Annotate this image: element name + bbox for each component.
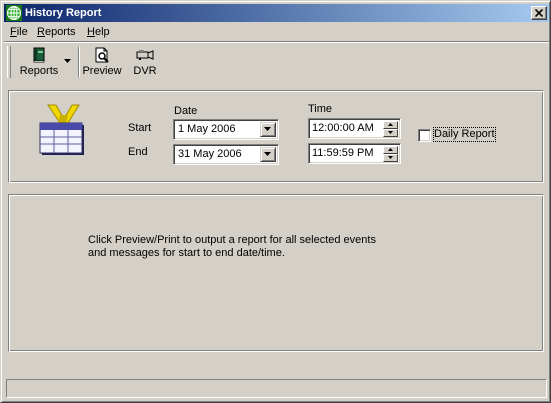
reports-toolbar-button[interactable]: Reports <box>14 45 64 79</box>
title-bar[interactable]: History Report <box>4 4 549 22</box>
end-date-value: 31 May 2006 <box>178 148 242 160</box>
toolbar-grip[interactable] <box>7 46 11 78</box>
dvr-toolbar-label: DVR <box>133 65 157 77</box>
message-panel: Click Preview/Print to output a report f… <box>8 194 544 352</box>
chevron-down-icon <box>264 127 271 131</box>
end-time-down-button[interactable] <box>383 154 398 162</box>
reports-toolbar-label: Reports <box>19 65 59 77</box>
menu-help[interactable]: Help <box>87 25 110 39</box>
history-report-window: History Report File Reports Help Reports <box>0 0 551 403</box>
dvr-camera-icon <box>136 50 154 60</box>
toolbar-separator <box>78 47 80 77</box>
toolbar: Reports Preview DVR <box>4 43 549 81</box>
end-label: End <box>128 146 148 158</box>
report-table-icon <box>39 104 84 155</box>
preview-toolbar-button[interactable]: Preview <box>81 45 123 79</box>
end-time-picker[interactable]: 11:59:59 PM <box>308 143 401 164</box>
end-time-value: 11:59:59 PM <box>312 147 374 159</box>
start-date-picker[interactable]: 1 May 2006 <box>173 119 279 140</box>
instruction-line-2: and messages for start to end date/time. <box>88 247 285 259</box>
chevron-down-icon <box>264 152 271 156</box>
close-button[interactable] <box>531 6 547 20</box>
reports-dropdown-arrow-icon[interactable] <box>64 59 71 63</box>
end-time-up-button[interactable] <box>383 146 398 154</box>
menu-file[interactable]: File <box>10 25 28 39</box>
start-time-down-button[interactable] <box>383 129 398 137</box>
start-label: Start <box>128 122 152 134</box>
dvr-toolbar-button[interactable]: DVR <box>128 45 162 79</box>
time-header: Time <box>308 103 333 115</box>
status-bar <box>6 379 547 398</box>
start-time-value: 12:00:00 AM <box>312 122 374 134</box>
preview-toolbar-label: Preview <box>82 65 122 77</box>
window-title: History Report <box>25 7 102 19</box>
spin-down-icon <box>388 131 393 134</box>
spin-up-icon <box>388 148 393 151</box>
spin-up-icon <box>388 123 393 126</box>
end-date-dropdown-button[interactable] <box>260 147 276 162</box>
daily-report-label[interactable]: Daily Report <box>433 127 496 142</box>
start-date-dropdown-button[interactable] <box>260 122 276 137</box>
menu-bar: File Reports Help <box>4 23 549 41</box>
date-header: Date <box>174 105 198 117</box>
reports-book-icon <box>33 47 45 63</box>
menu-reports[interactable]: Reports <box>37 25 76 39</box>
close-icon <box>535 9 543 17</box>
start-time-picker[interactable]: 12:00:00 AM <box>308 118 401 139</box>
report-parameters-panel: Date Time Start End 1 May 2006 31 May 20… <box>8 90 544 183</box>
globe-grid-icon <box>6 5 22 21</box>
instruction-line-1: Click Preview/Print to output a report f… <box>88 234 376 246</box>
start-date-value: 1 May 2006 <box>178 123 236 135</box>
start-time-up-button[interactable] <box>383 121 398 129</box>
print-preview-icon <box>95 47 109 63</box>
spin-down-icon <box>388 156 393 159</box>
daily-report-checkbox[interactable] <box>418 129 431 142</box>
end-date-picker[interactable]: 31 May 2006 <box>173 144 279 165</box>
